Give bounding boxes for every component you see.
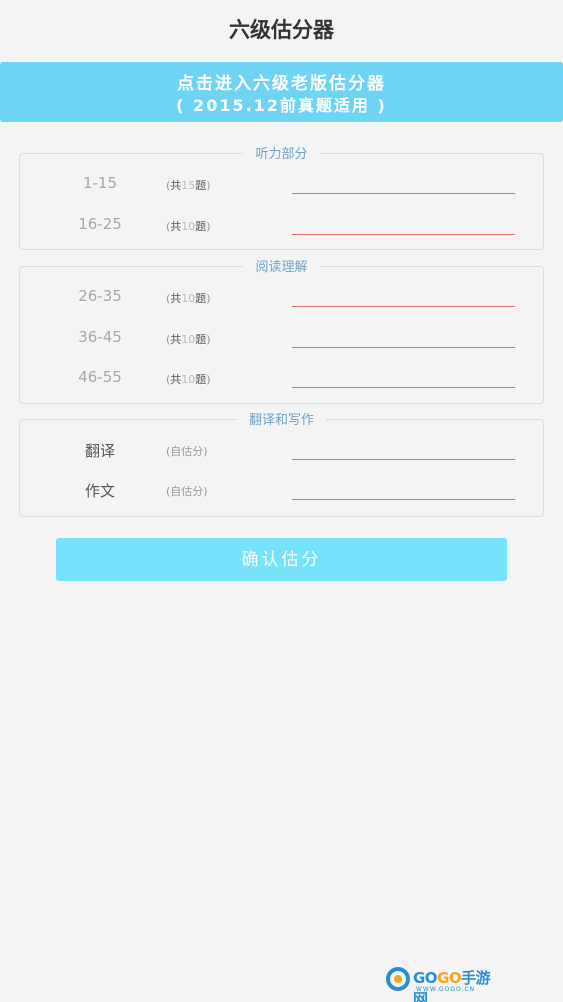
question-range: 16-25 [78, 215, 122, 233]
gogo-logo: GOGO手游网 WWW.GOGO.CN [386, 964, 494, 1002]
question-count: (共10题) [166, 292, 211, 305]
page-title: 六级估分器 [229, 18, 334, 42]
logo-url: WWW.GOGO.CN [416, 986, 476, 993]
question-range: 46-55 [78, 368, 122, 386]
score-estimator-screen: 六级估分器 点击进入六级老版估分器 ( 2015.12前真题适用 ) 听力部分 … [0, 0, 563, 1002]
old-version-estimator-banner[interactable]: 点击进入六级老版估分器 ( 2015.12前真题适用 ) [0, 62, 563, 122]
logo-brand: GOGO手游网 [413, 969, 491, 1002]
score-row-writing: 作文 (自估分) [20, 474, 543, 506]
score-row-26-35: 26-35 (共10题) [20, 281, 543, 313]
section-legend: 阅读理解 [20, 258, 543, 276]
question-count: (共10题) [166, 333, 211, 346]
confirm-estimate-button[interactable]: 确认估分 [56, 538, 507, 581]
question-count: (共15题) [166, 179, 211, 192]
question-range: 26-35 [78, 287, 122, 305]
score-input-16-25[interactable] [292, 213, 515, 235]
section-legend: 翻译和写作 [20, 411, 543, 429]
score-input-translation[interactable] [292, 438, 515, 460]
question-count: (共10题) [166, 220, 211, 233]
score-input-26-35[interactable] [292, 285, 515, 307]
listening-section: 听力部分 1-15 (共15题) 16-25 (共10题) [19, 147, 544, 250]
score-row-translation: 翻译 (自估分) [20, 434, 543, 466]
question-range: 1-15 [82, 174, 118, 192]
score-input-1-15[interactable] [292, 172, 515, 194]
reading-section: 阅读理解 26-35 (共10题) 36-45 (共10题) 46-55 (共1… [19, 260, 544, 404]
score-input-writing[interactable] [292, 478, 515, 500]
translation-writing-section: 翻译和写作 翻译 (自估分) 作文 (自估分) [19, 413, 544, 517]
question-range: 作文 [84, 482, 115, 500]
question-range: 翻译 [84, 442, 115, 460]
score-input-46-55[interactable] [292, 366, 515, 388]
score-row-16-25: 16-25 (共10题) [20, 209, 543, 241]
banner-line1: 点击进入六级老版估分器 [177, 74, 386, 94]
question-count: (共10题) [166, 373, 211, 386]
score-row-36-45: 36-45 (共10题) [20, 322, 543, 354]
banner-line2: ( 2015.12前真题适用 ) [176, 96, 387, 115]
score-row-1-15: 1-15 (共15题) [20, 168, 543, 200]
question-range: 36-45 [78, 328, 122, 346]
question-count: (自估分) [166, 485, 208, 498]
question-count: (自估分) [166, 445, 208, 458]
gogo-logo-icon [386, 967, 410, 991]
score-input-36-45[interactable] [292, 326, 515, 348]
score-row-46-55: 46-55 (共10题) [20, 362, 543, 394]
section-legend: 听力部分 [20, 145, 543, 163]
